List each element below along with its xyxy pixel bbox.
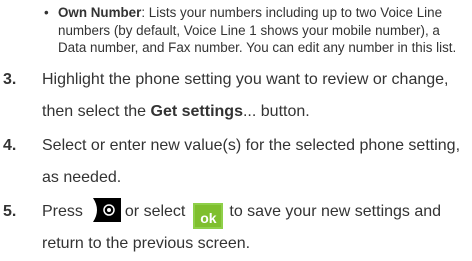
step-number: 3. (3, 71, 17, 88)
own-number-bullet: • Own Number: Lists your numbers includi… (44, 4, 470, 57)
step-5-line-1: Press or select ok to save your new setting… (42, 196, 442, 229)
get-settings-label: Get settings (150, 103, 243, 120)
step-5-text: Press or select ok to save your new setting… (42, 196, 441, 260)
bullet-line-2: numbers (by default, Voice Line 1 shows … (58, 22, 440, 38)
step-4-line-1: Select or enter new value(s) for the sel… (42, 137, 461, 154)
step-number: 4. (3, 137, 17, 154)
step-5-line-2: return to the previous screen. (42, 235, 251, 252)
bullet-term: Own Number (58, 5, 142, 20)
step-5-line-1-post: to save your new settings and (229, 203, 442, 220)
end-key-icon (87, 198, 121, 222)
step-4-line-2: as needed. (42, 169, 122, 186)
step-3-line-1: Highlight the phone setting you want to … (42, 71, 449, 88)
step-number: 5. (3, 203, 17, 220)
step-3-line-2-pre: then select the (42, 103, 151, 120)
step-4-text: Select or enter new value(s) for the sel… (42, 130, 460, 194)
step-5-or-select-label: or select (124, 203, 186, 220)
bullet-line-1-text: Own Number: Lists your numbers including… (58, 4, 442, 22)
step-3-text: Highlight the phone setting you want to … (42, 64, 448, 128)
step-3-line-2-post: ... button. (242, 103, 310, 120)
bullet-line-1-rest: : Lists your numbers including up to two… (141, 5, 443, 20)
bullet-line-3: Data number, and Fax number. You can edi… (58, 40, 457, 55)
ok-button-icon: ok (193, 203, 224, 229)
step-5-press-label: Press (42, 203, 83, 220)
step-3-line-2: then select the Get settings... button. (42, 96, 448, 128)
bullet-line-1: • Own Number: Lists your numbers includi… (44, 4, 470, 22)
bullet-dot: • (44, 5, 49, 20)
